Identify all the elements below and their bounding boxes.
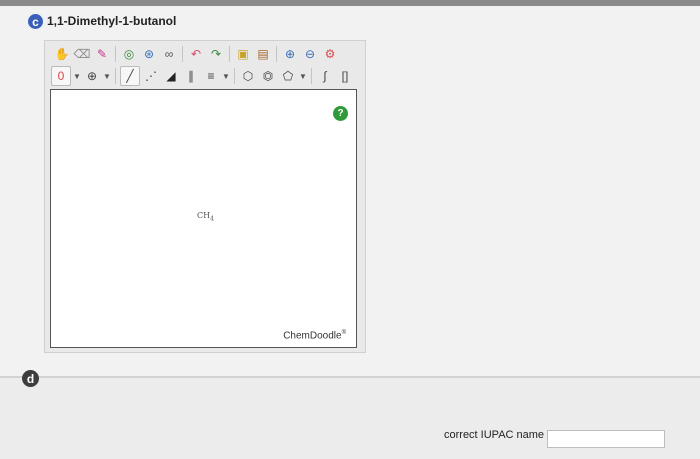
hexagon-ring-icon[interactable]: ⬡ xyxy=(239,67,257,85)
toolbar-separator xyxy=(115,46,116,62)
eraser-icon[interactable]: ⌫ xyxy=(73,45,91,63)
toolbar-separator xyxy=(182,46,183,62)
pentagon-ring-icon[interactable]: ⬠ xyxy=(279,67,297,85)
toolbar-separator xyxy=(229,46,230,62)
chevron-down-icon[interactable]: ▼ xyxy=(103,72,111,81)
wedge-bond-icon[interactable]: ◢ xyxy=(162,67,180,85)
chevron-down-icon[interactable]: ▼ xyxy=(222,72,230,81)
settings-icon[interactable]: ⚙ xyxy=(321,45,339,63)
molecule-subscript: 4 xyxy=(210,215,214,223)
part-c-badge: c xyxy=(27,13,44,30)
toolbar-row-1: ✋ ⌫ ✎ ◎ ⊛ ∞ ↶ ↷ ▣ ▤ ⊕ ⊖ ⚙ xyxy=(53,43,339,65)
zoom-in-icon[interactable]: ⊕ xyxy=(281,45,299,63)
compound-name-title: 1,1-Dimethyl-1-butanol xyxy=(47,14,177,28)
help-icon[interactable]: ? xyxy=(333,106,348,121)
double-bond-icon[interactable]: ∥ xyxy=(182,67,200,85)
toolbar-row-2: 0 ▼ ⊕ ▼ ╱ ⋰ ◢ ∥ ≡ ▼ ⬡ ⏣ ⬠ ▼ ∫[] xyxy=(51,65,354,87)
molecule-text: CH xyxy=(197,211,211,220)
pencil-icon[interactable]: ✎ xyxy=(93,45,111,63)
iupac-name-input[interactable] xyxy=(547,430,665,448)
triple-bond-icon[interactable]: ≡ xyxy=(202,67,220,85)
flip-icon[interactable]: ∞ xyxy=(160,45,178,63)
drawing-canvas[interactable]: ? CH4 ChemDoodle® xyxy=(50,89,357,348)
template-icon[interactable]: ▣ xyxy=(234,45,252,63)
clean-icon[interactable]: ▤ xyxy=(254,45,272,63)
hand-icon[interactable]: ✋ xyxy=(53,45,71,63)
benzene-ring-icon[interactable]: ⏣ xyxy=(259,67,277,85)
redo-icon[interactable]: ↷ xyxy=(207,45,225,63)
toolbar-separator xyxy=(115,68,116,84)
zoom-out-icon[interactable]: ⊖ xyxy=(301,45,319,63)
iupac-name-label: correct IUPAC name xyxy=(444,429,545,441)
bracket-icon[interactable]: [] xyxy=(336,67,354,85)
polymer-icon[interactable]: ∫ xyxy=(316,67,334,85)
charge-icon[interactable]: 0 xyxy=(51,66,71,86)
toolbar-separator xyxy=(311,68,312,84)
chemdoodle-editor: ✋ ⌫ ✎ ◎ ⊛ ∞ ↶ ↷ ▣ ▤ ⊕ ⊖ ⚙ 0 ▼ ⊕ ▼ ╱ ⋰ ◢ ∥ ≡ ▼ ⬡ ⏣ ⬠ ▼ ∫[] ? CH4 Ch… xyxy=(44,40,366,353)
single-bond-icon[interactable]: ╱ xyxy=(120,66,140,86)
chevron-down-icon[interactable]: ▼ xyxy=(299,72,307,81)
molecule-ch4[interactable]: CH4 xyxy=(197,211,214,223)
undo-icon[interactable]: ↶ xyxy=(187,45,205,63)
dashed-bond-icon[interactable]: ⋰ xyxy=(142,67,160,85)
part-d-badge: d xyxy=(22,370,39,387)
plus-charge-icon[interactable]: ⊕ xyxy=(83,67,101,85)
toolbar-separator xyxy=(276,46,277,62)
chemdoodle-logo: ChemDoodle® xyxy=(283,330,346,341)
lasso-icon[interactable]: ◎ xyxy=(120,45,138,63)
toolbar-separator xyxy=(234,68,235,84)
rotate-icon[interactable]: ⊛ xyxy=(140,45,158,63)
logo-mark: ® xyxy=(341,329,346,336)
chevron-down-icon[interactable]: ▼ xyxy=(73,72,81,81)
logo-text: ChemDoodle xyxy=(283,330,342,341)
